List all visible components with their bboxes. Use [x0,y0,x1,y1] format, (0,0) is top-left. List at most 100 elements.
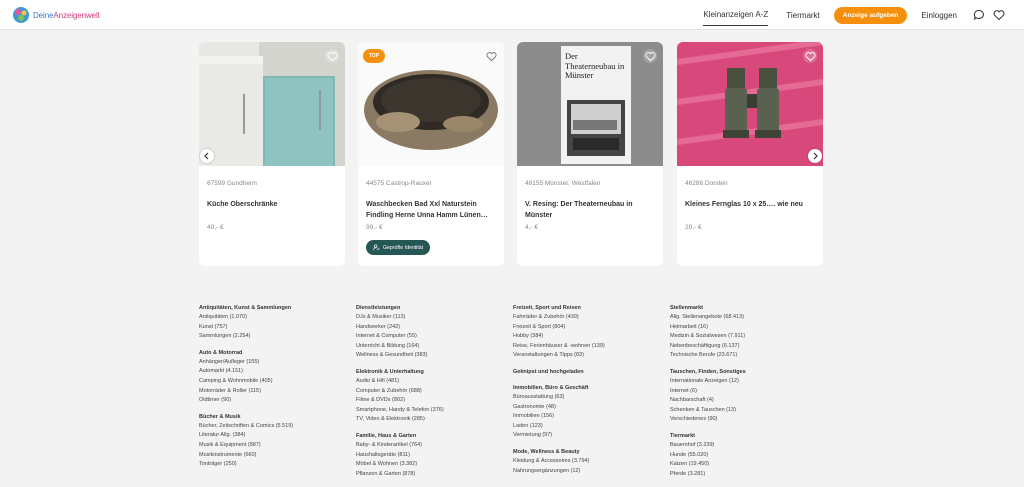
category-link[interactable]: Internationale Anzeigen (12) [670,377,820,387]
logo-icon [12,6,30,24]
category-link[interactable]: Tonträger (250) [199,460,349,470]
listing-card[interactable]: 46286 Dorsten Kleines Fernglas 10 x 25….… [677,42,823,266]
listing-image [199,42,345,166]
listing-price: 99,- € [366,224,383,231]
category-link[interactable]: Katzen (19.450) [670,460,820,470]
category-link[interactable]: Musik & Equipment (887) [199,441,349,451]
listing-card[interactable]: 67599 Gundheim Küche Oberschränke 40,- € [199,42,345,266]
category-heading[interactable]: Dienstleistungen [356,304,506,313]
category-link[interactable]: Musikinstrumente (660) [199,451,349,461]
top-badge: TOP [363,49,385,63]
category-link[interactable]: Hobby (384) [513,332,663,342]
category-link[interactable]: Motorräder & Roller (115) [199,387,349,397]
category-heading[interactable]: Familie, Haus & Garten [356,432,506,441]
verified-label: Geprüfte Identität [383,244,424,251]
listing-card[interactable]: Der Theaterneubau in Münster 48155 Münst… [517,42,663,266]
category-link[interactable]: Schenken & Tauschen (13) [670,406,820,416]
category-link[interactable]: Nahrungsergänzungen (12) [513,467,663,477]
category-heading[interactable]: Bücher & Musik [199,413,349,422]
category-link[interactable]: Kleidung & Accessoires (3.794) [513,457,663,467]
category-heading[interactable]: Tiermarkt [670,432,820,441]
category-link[interactable]: Büroausstattung (63) [513,393,663,403]
category-link[interactable]: Oldtimer (90) [199,396,349,406]
category-link[interactable]: Pferde (3.281) [670,470,820,480]
category-link[interactable]: Hunde (55.020) [670,451,820,461]
category-link[interactable]: Handwerker (242) [356,323,506,333]
category-heading[interactable]: Mode, Wellness & Beauty [513,448,663,457]
top-navigation: DeineAnzeigenwelt Kleinanzeigen A-Z Tier… [0,0,1024,30]
favorite-icon[interactable] [484,49,498,63]
nav-tiermarkt[interactable]: Tiermarkt [786,11,819,20]
category-heading[interactable]: Antiquitäten, Kunst & Sammlungen [199,304,349,313]
site-logo[interactable]: DeineAnzeigenwelt [12,6,100,24]
listing-image [677,42,823,166]
category-heading[interactable]: Tauschen, Finden, Sonstiges [670,368,820,377]
listing-title[interactable]: Küche Oberschränke [207,199,339,210]
verified-identity-badge: Geprüfte Identität [366,240,431,255]
category-link[interactable]: Vermietung (97) [513,431,663,441]
category-heading[interactable]: Elektronik & Unterhaltung [356,368,506,377]
category-link[interactable]: Automarkt (4.151) [199,367,349,377]
category-link[interactable]: DJs & Musiker (113) [356,313,506,323]
post-ad-button[interactable]: Anzeige aufgeben [833,6,908,24]
category-link[interactable]: Internet & Computer (55) [356,332,506,342]
listing-location: 44575 Castrop-Rauxel [366,180,432,187]
category-link[interactable]: Gastronomie (48) [513,403,663,413]
category-link[interactable]: Pflanzen & Garten (878) [356,470,506,480]
category-link[interactable]: Laden (123) [513,422,663,432]
carousel-prev-button[interactable] [200,149,214,163]
category-link[interactable]: Internet (6) [670,387,820,397]
category-link[interactable]: Bücher, Zeitschriften & Comics (5.519) [199,422,349,432]
listing-location: 67599 Gundheim [207,180,257,187]
login-link[interactable]: Einloggen [921,11,957,20]
favorite-icon[interactable] [325,49,339,63]
favorite-icon[interactable] [803,49,817,63]
category-link[interactable]: Fahrräder & Zubehör (439) [513,313,663,323]
category-heading[interactable]: Immobilien, Büro & Geschäft [513,384,663,393]
category-link[interactable]: Nebenbeschäftigung (6.137) [670,342,820,352]
category-link[interactable]: Smartphone, Handy & Telefon (376) [356,406,506,416]
category-column: Freizeit, Sport und Reisen Fahrräder & Z… [513,304,663,476]
listing-title[interactable]: Waschbecken Bad Xxl Naturstein Findling … [366,199,498,221]
chat-icon[interactable] [972,8,986,22]
category-heading[interactable]: Geknipst und hochgeladen [513,368,663,377]
category-link[interactable]: Wellness & Gesundheit (383) [356,351,506,361]
category-link[interactable]: Baby- & Kinderartikel (764) [356,441,506,451]
nav-kleinanzeigen-a-z[interactable]: Kleinanzeigen A-Z [703,10,769,26]
category-link[interactable]: Immobilien (156) [513,412,663,422]
listing-location: 48155 Münster, Westfalen [525,180,601,187]
category-link[interactable]: Medizin & Sozialwesen (7.911) [670,332,820,342]
category-link[interactable]: Sammlungen (2.254) [199,332,349,342]
category-link[interactable]: TV, Video & Elektronik (285) [356,415,506,425]
listing-title[interactable]: Kleines Fernglas 10 x 25…. wie neu [685,199,817,210]
category-heading[interactable]: Auto & Motorrad [199,349,349,358]
category-link[interactable]: Verschiedenes (90) [670,415,820,425]
category-link[interactable]: Freizeit & Sport (804) [513,323,663,333]
favorite-icon[interactable] [643,49,657,63]
category-link[interactable]: Unterricht & Bildung (164) [356,342,506,352]
heart-icon[interactable] [992,8,1006,22]
category-link[interactable]: Camping & Wohnmobile (405) [199,377,349,387]
category-heading[interactable]: Stellenmarkt [670,304,820,313]
category-link[interactable]: Nachbarschaft (4) [670,396,820,406]
category-link[interactable]: Allg. Stellenangebote (68.413) [670,313,820,323]
category-link[interactable]: Anhänger/Aufleger (155) [199,358,349,368]
listing-title[interactable]: V. Resing: Der Theaterneubau in Münster [525,199,657,221]
category-link[interactable]: Antiquitäten (1.070) [199,313,349,323]
category-link[interactable]: Kunst (757) [199,323,349,333]
category-link[interactable]: Heimarbeit (16) [670,323,820,333]
listing-card[interactable]: TOP 44575 Castrop-Rauxel Waschbecken Bad… [358,42,504,266]
category-link[interactable]: Bauernhof (3.239) [670,441,820,451]
category-link[interactable]: Technische Berufe (23.671) [670,351,820,361]
category-link[interactable]: Möbel & Wohnen (3.382) [356,460,506,470]
category-link[interactable]: Computer & Zubehör (688) [356,387,506,397]
category-link[interactable]: Reise, Ferienhäuser & -wohnen (139) [513,342,663,352]
carousel-next-button[interactable] [808,149,822,163]
category-link[interactable]: Audio & Hifi (481) [356,377,506,387]
user-check-icon [373,244,380,251]
category-link[interactable]: Haushaltsgeräte (811) [356,451,506,461]
category-heading[interactable]: Freizeit, Sport und Reisen [513,304,663,313]
category-link[interactable]: Filme & DVDs (802) [356,396,506,406]
category-link[interactable]: Veranstaltungen & Tipps (83) [513,351,663,361]
category-link[interactable]: Literatur Allg. (384) [199,431,349,441]
